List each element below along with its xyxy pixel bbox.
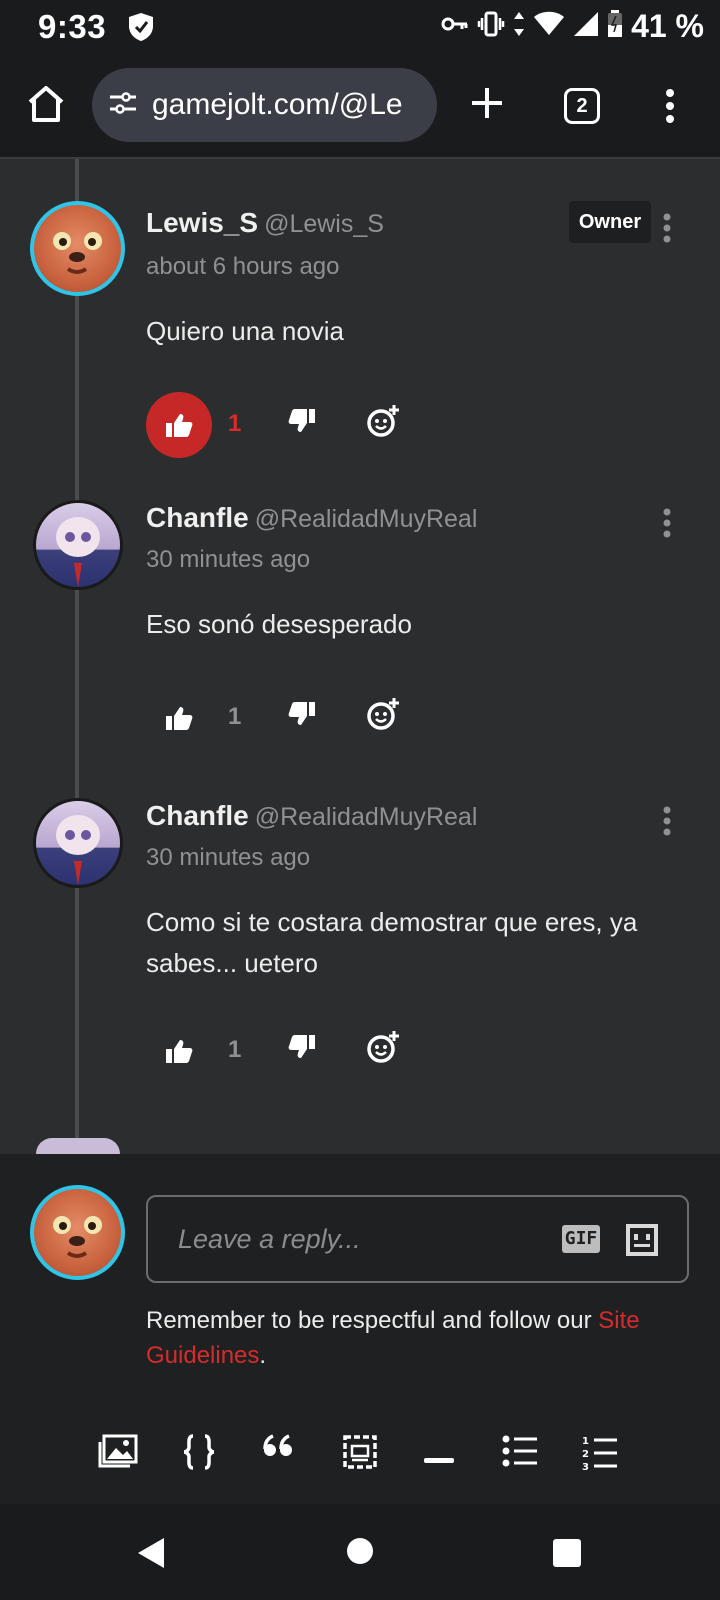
comment: Chanfle @RealidadMuyReal 30 minutes ago C… [0, 788, 720, 1118]
comment-timestamp[interactable]: about 6 hours ago [146, 253, 340, 281]
home-icon[interactable] [26, 84, 66, 129]
more-options-icon[interactable] [662, 806, 672, 841]
svg-text:2: 2 [582, 1449, 589, 1460]
tab-count: 2 [576, 95, 588, 117]
wifi-icon [533, 11, 565, 42]
comment: Lewis_S @Lewis_S Owner about 6 hours ago … [0, 159, 720, 459]
comment-author[interactable]: Chanfle @RealidadMuyReal [146, 502, 477, 534]
like-count[interactable]: 1 [228, 410, 241, 438]
avatar [30, 1185, 125, 1280]
key-icon [441, 14, 469, 39]
avatar[interactable] [33, 500, 123, 590]
bullet-list-icon[interactable] [502, 1434, 538, 1473]
spoiler-icon[interactable] [342, 1434, 378, 1475]
quote-icon[interactable] [262, 1434, 294, 1463]
guidelines-period: . [259, 1342, 267, 1369]
thumbs-up-icon [166, 707, 193, 730]
guidelines-notice: Remember to be respectful and follow our… [146, 1303, 686, 1373]
reply-box[interactable]: GIF [146, 1195, 689, 1283]
thumbs-down-icon[interactable] [288, 1034, 316, 1065]
divider-icon[interactable] [424, 1451, 454, 1469]
comment-timestamp[interactable]: 30 minutes ago [146, 546, 310, 574]
formatting-toolbar: 1 2 3 [0, 1424, 720, 1494]
thumbs-up-icon [166, 414, 193, 437]
comment-author[interactable]: Lewis_S @Lewis_S [146, 207, 384, 239]
author-name[interactable]: Chanfle [146, 800, 249, 831]
comment-actions: 1 [146, 392, 446, 458]
tabs-button[interactable]: 2 [564, 88, 600, 124]
next-comment-avatar-partial [36, 1138, 120, 1154]
new-tab-icon[interactable] [470, 86, 504, 125]
shield-icon [128, 12, 154, 47]
like-count[interactable]: 1 [228, 703, 241, 731]
more-options-icon[interactable] [662, 213, 672, 248]
site-settings-icon[interactable] [108, 90, 138, 121]
add-reaction-icon[interactable] [366, 697, 400, 736]
status-bar: 9:33 41 % [0, 0, 720, 52]
data-arrows-icon [513, 11, 525, 42]
add-reaction-icon[interactable] [366, 404, 400, 443]
author-handle[interactable]: @Lewis_S [264, 210, 384, 238]
numbered-list-icon[interactable]: 1 2 3 [582, 1434, 618, 1477]
recents-icon[interactable] [553, 1539, 581, 1572]
comment-text: Eso sonó desesperado [146, 609, 412, 639]
battery-icon [607, 10, 623, 43]
svg-text:3: 3 [582, 1462, 589, 1472]
comment: Chanfle @RealidadMuyReal 30 minutes ago E… [0, 490, 720, 760]
url-text: gamejolt.com/@Le [152, 88, 403, 121]
comment-timestamp[interactable]: 30 minutes ago [146, 844, 310, 872]
author-handle[interactable]: @RealidadMuyReal [255, 505, 478, 533]
home-nav-icon[interactable] [346, 1537, 374, 1570]
avatar[interactable] [30, 201, 125, 296]
reply-composer: GIF Remember to be respectful and follow… [0, 1154, 720, 1504]
more-options-icon[interactable] [662, 508, 672, 543]
author-handle[interactable]: @RealidadMuyReal [255, 803, 478, 831]
menu-icon[interactable] [665, 88, 675, 129]
signal-icon [573, 11, 599, 42]
like-button[interactable] [146, 685, 212, 751]
author-name[interactable]: Chanfle [146, 502, 249, 533]
comment-actions: 1 [146, 685, 446, 751]
back-icon[interactable] [136, 1536, 166, 1575]
thumbs-up-icon [166, 1040, 193, 1063]
thumbs-down-icon[interactable] [288, 408, 316, 439]
comment-actions: 1 [146, 1018, 446, 1084]
battery-level: 41 % [631, 8, 704, 44]
vibrate-icon [477, 11, 505, 42]
system-nav-bar [0, 1504, 720, 1600]
like-button[interactable] [146, 1018, 212, 1084]
image-icon[interactable] [98, 1434, 138, 1473]
clock: 9:33 [38, 8, 107, 45]
emoji-icon[interactable] [624, 1222, 660, 1263]
owner-badge: Owner [569, 201, 651, 243]
address-bar[interactable]: gamejolt.com/@Le [92, 68, 437, 142]
comment-text: Quiero una novia [146, 316, 345, 346]
svg-text:1: 1 [582, 1436, 589, 1447]
gif-button[interactable]: GIF [562, 1225, 600, 1253]
comment-author[interactable]: Chanfle @RealidadMuyReal [146, 800, 477, 832]
like-count[interactable]: 1 [228, 1036, 241, 1064]
comment-text: Como si te costara demostrar que eres, y… [146, 907, 638, 978]
like-button[interactable] [146, 392, 212, 458]
thumbs-down-icon[interactable] [288, 701, 316, 732]
guidelines-text: Remember to be respectful and follow our [146, 1307, 599, 1334]
browser-toolbar: gamejolt.com/@Le 2 [0, 52, 720, 159]
reply-input[interactable] [178, 1217, 538, 1261]
avatar[interactable] [33, 798, 123, 888]
author-name[interactable]: Lewis_S [146, 207, 258, 238]
add-reaction-icon[interactable] [366, 1030, 400, 1069]
code-icon[interactable] [182, 1434, 216, 1475]
